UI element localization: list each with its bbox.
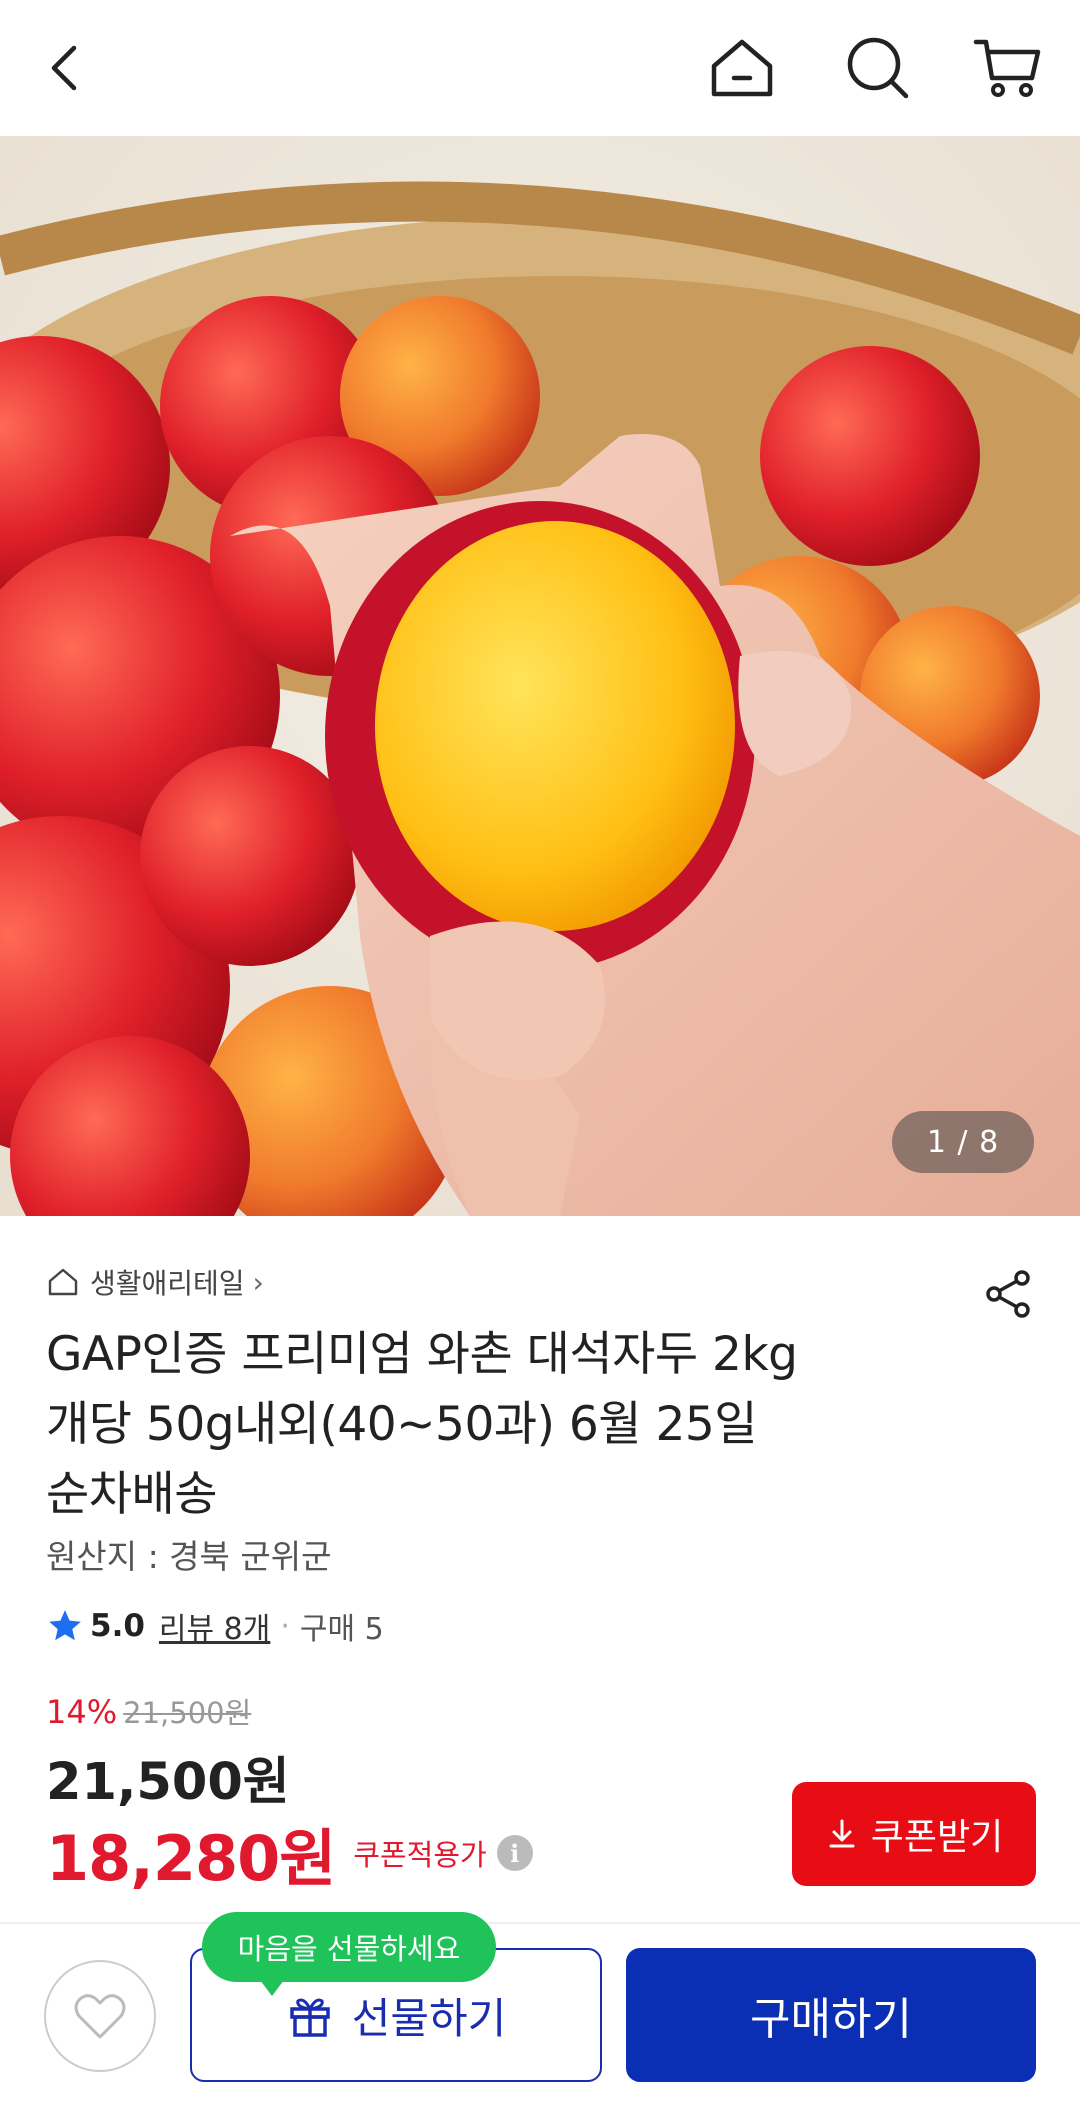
product-title: GAP인증 프리미엄 와촌 대석자두 2kg 개당 50g내외(40~50과) … [46, 1320, 966, 1530]
origin-text: 원산지 : 경북 군위군 [46, 1537, 332, 1576]
coupon-price: 18,280원 [46, 1822, 336, 1895]
get-coupon-button[interactable]: 쿠폰받기 [792, 1782, 1036, 1886]
gift-tooltip: 마음을 선물하세요 [202, 1912, 496, 1996]
discount-rate: 14% [46, 1693, 118, 1731]
rating-row: 5.0 리뷰 8개 · 구매 5 [46, 1604, 384, 1648]
cart-icon[interactable] [968, 28, 1048, 108]
category-breadcrumb[interactable]: 생활애리테일 › [46, 1262, 264, 1302]
top-bar [0, 0, 1080, 136]
home-icon[interactable] [702, 28, 782, 108]
purchase-count: 구매 5 [299, 1612, 384, 1647]
share-icon[interactable] [980, 1266, 1036, 1322]
title-line: 개당 50g내외(40~50과) 6월 25일 [46, 1397, 758, 1452]
rating-score: 5.0 [90, 1608, 145, 1644]
info-icon[interactable]: i [496, 1835, 533, 1871]
home-outline-icon [48, 1268, 78, 1296]
sale-price: 21,500원 [46, 1753, 290, 1812]
chevron-left-icon[interactable] [26, 28, 106, 108]
title-line: GAP인증 프리미엄 와촌 대석자두 2kg [46, 1327, 798, 1382]
category-label: 생활애리테일 [90, 1267, 245, 1300]
divider [0, 1922, 1080, 1924]
discount-row: 14% 21,500원 [46, 1690, 251, 1732]
download-icon [829, 1819, 855, 1848]
gallery-pager: 1 / 8 [892, 1111, 1034, 1173]
review-link[interactable]: 리뷰 8개 [159, 1604, 270, 1648]
heart-icon [74, 1994, 126, 2039]
coupon-price-row: 18,280원 쿠폰적용가 i [46, 1808, 533, 1898]
gift-icon [289, 1998, 330, 2037]
buy-button[interactable]: 구매하기 [626, 1948, 1036, 2082]
title-line: 순차배송 [46, 1467, 217, 1522]
original-price: 21,500원 [123, 1696, 252, 1730]
search-icon[interactable] [838, 28, 918, 108]
coupon-price-label: 쿠폰적용가 [353, 1838, 487, 1872]
like-button[interactable] [44, 1960, 156, 2072]
separator-dot: · [280, 1608, 290, 1644]
star-icon [49, 1610, 81, 1641]
get-coupon-label: 쿠폰받기 [870, 1817, 1004, 1858]
product-image[interactable] [0, 136, 1080, 1216]
gift-button-label: 선물하기 [351, 1993, 507, 2043]
chevron-right-icon: › [252, 1265, 264, 1299]
